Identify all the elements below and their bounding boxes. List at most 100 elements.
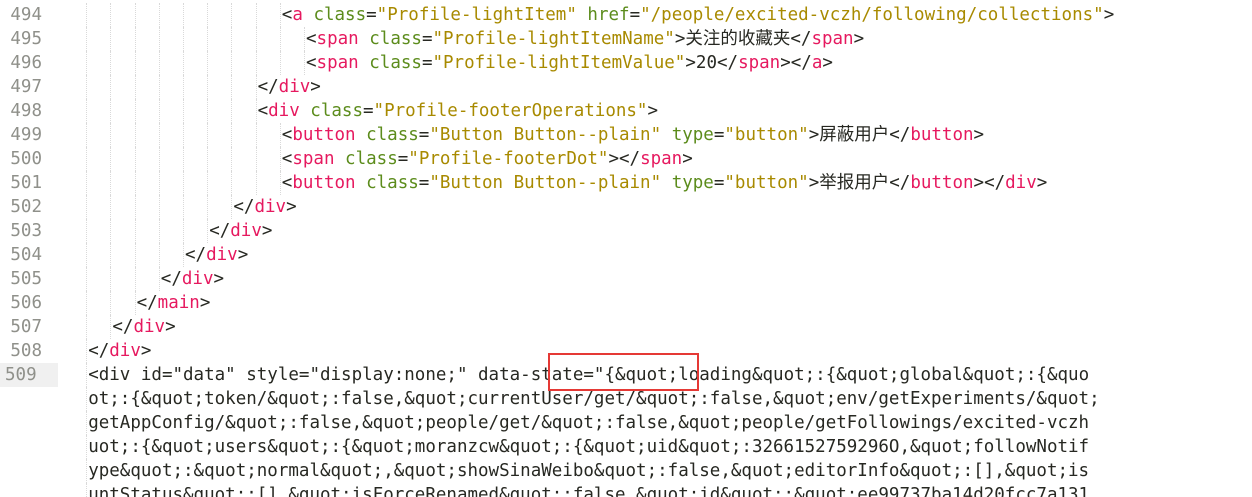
code-text: getAppConfig/&quot;:false,&quot;people/g… bbox=[88, 411, 1089, 435]
indent-guide bbox=[134, 99, 136, 123]
indent-guide bbox=[255, 3, 257, 27]
indent-guide bbox=[231, 99, 233, 123]
code-token-str: "Profile-footerOperations" bbox=[373, 101, 648, 121]
code-token-punct: > bbox=[213, 269, 225, 289]
indent-guide bbox=[86, 219, 88, 243]
code-token-attr: class bbox=[369, 29, 422, 49]
code-token-punct: = bbox=[418, 173, 430, 193]
indent-guide bbox=[279, 171, 281, 195]
line-number: 506 bbox=[0, 291, 42, 315]
code-token-punct: = bbox=[418, 125, 430, 145]
code-token-punct: uot;:{&quot;users&quot;:{&quot;moranzcw&… bbox=[88, 437, 1090, 457]
indent-guide bbox=[86, 3, 88, 27]
code-token-tag: div bbox=[206, 245, 238, 265]
code-token-tag: div bbox=[133, 317, 166, 337]
indent-guide bbox=[110, 267, 112, 291]
code-token-tag: span bbox=[640, 149, 683, 169]
indent-guide bbox=[134, 291, 136, 315]
code-line: 507 </div> bbox=[0, 315, 1252, 339]
code-token-punct: </ bbox=[136, 293, 158, 313]
indent-guide bbox=[255, 171, 257, 195]
code-line: 495 <span class="Profile-lightItemName">关… bbox=[0, 27, 1252, 51]
indent-guide bbox=[86, 195, 88, 219]
code-token-str: "button" bbox=[724, 173, 809, 193]
code-line: 500 <span class="Profile-footerDot"></spa… bbox=[0, 147, 1252, 171]
code-token-punct: </ bbox=[209, 221, 231, 241]
code-token-punct: > bbox=[199, 293, 211, 313]
line-number: 496 bbox=[0, 51, 42, 75]
code-token-punct: > bbox=[685, 53, 696, 73]
code-text: </div> bbox=[161, 267, 224, 291]
indent-guide bbox=[110, 75, 112, 99]
code-token-punct: > bbox=[140, 341, 152, 361]
code-token-tag: button bbox=[292, 125, 356, 145]
code-token-text: 20 bbox=[695, 53, 717, 73]
code-token-punct: = bbox=[397, 149, 409, 169]
indent-guide bbox=[207, 27, 209, 51]
indent-guide bbox=[231, 171, 233, 195]
indent-guide bbox=[158, 267, 160, 291]
code-token-punct: = bbox=[362, 101, 374, 121]
code-token-punct: > bbox=[1036, 173, 1048, 193]
indent-guide bbox=[158, 219, 160, 243]
code-editor[interactable]: 494 <a class="Profile-lightItem" href="/p… bbox=[0, 0, 1252, 497]
code-text: <span class="Profile-lightItemValue">20<… bbox=[306, 51, 833, 75]
code-token-punct: < bbox=[281, 173, 293, 193]
indent-guide bbox=[279, 3, 281, 27]
code-token-tag: button bbox=[910, 125, 974, 145]
indent-guide bbox=[86, 339, 88, 363]
code-token-punct: > bbox=[674, 29, 686, 49]
code-token-punct: > bbox=[286, 197, 297, 217]
code-token-attr: type bbox=[671, 173, 714, 193]
indent-guide bbox=[86, 123, 88, 147]
line-number: 500 bbox=[0, 147, 42, 171]
code-token-str: "Button Button--plain" bbox=[429, 125, 662, 145]
indent-guide bbox=[255, 27, 257, 51]
code-token-str: "/people/excited-vczh/following/collecti… bbox=[640, 5, 1104, 25]
code-token-punct: < bbox=[281, 125, 293, 145]
code-line: 499 <button class="Button Button--plain" … bbox=[0, 123, 1252, 147]
code-token-punct: </ bbox=[716, 53, 739, 73]
code-token-tag: span bbox=[316, 29, 359, 49]
code-line: 506 </main> bbox=[0, 291, 1252, 315]
code-token-punct: > bbox=[165, 317, 176, 337]
code-token-punct: ot;:{&quot;token/&quot;:false,&quot;curr… bbox=[88, 389, 1100, 409]
code-token-attr: class bbox=[366, 173, 419, 193]
indent-guide bbox=[134, 243, 136, 267]
code-token-punct: = bbox=[421, 53, 433, 73]
code-token-attr: class bbox=[345, 149, 398, 169]
code-token-punct: <div id="data" style="display:none;" dat… bbox=[88, 365, 605, 385]
indent-guide bbox=[183, 99, 184, 123]
code-token-punct bbox=[577, 5, 588, 25]
indent-guide bbox=[86, 363, 88, 387]
code-token-punct: > bbox=[237, 245, 249, 265]
line-number: 509 bbox=[0, 363, 58, 387]
indent-guide bbox=[183, 123, 184, 147]
code-line: 494 <a class="Profile-lightItem" href="/p… bbox=[0, 3, 1252, 27]
indent-guide bbox=[231, 27, 233, 51]
indent-guide bbox=[86, 99, 88, 123]
code-token-punct bbox=[303, 5, 314, 25]
code-token-punct: untStatus&quot;:[],&quot;isForceRenamed&… bbox=[88, 485, 1090, 497]
code-token-str: "Profile-footerDot" bbox=[408, 149, 609, 169]
code-token-punct: ype&quot;:&quot;normal&quot;,&quot;showS… bbox=[88, 461, 1090, 481]
indent-guide bbox=[134, 123, 136, 147]
indent-guide bbox=[86, 243, 88, 267]
indent-guide bbox=[207, 3, 209, 27]
indent-guide bbox=[158, 171, 160, 195]
code-token-tag: button bbox=[292, 173, 356, 193]
indent-guide bbox=[231, 147, 233, 171]
code-token-punct: > bbox=[310, 77, 321, 97]
code-token-punct: < bbox=[306, 29, 317, 49]
code-token-punct: > bbox=[647, 101, 659, 121]
indent-guide bbox=[207, 123, 209, 147]
indent-guide bbox=[183, 51, 184, 75]
indent-guide bbox=[279, 27, 281, 51]
line-number: 499 bbox=[0, 123, 42, 147]
indent-guide bbox=[86, 75, 88, 99]
code-token-punct: > bbox=[853, 29, 865, 49]
code-token-tag: main bbox=[157, 293, 200, 313]
indent-guide bbox=[134, 219, 136, 243]
indent-guide bbox=[110, 291, 112, 315]
code-token-punct: </ bbox=[160, 269, 182, 289]
